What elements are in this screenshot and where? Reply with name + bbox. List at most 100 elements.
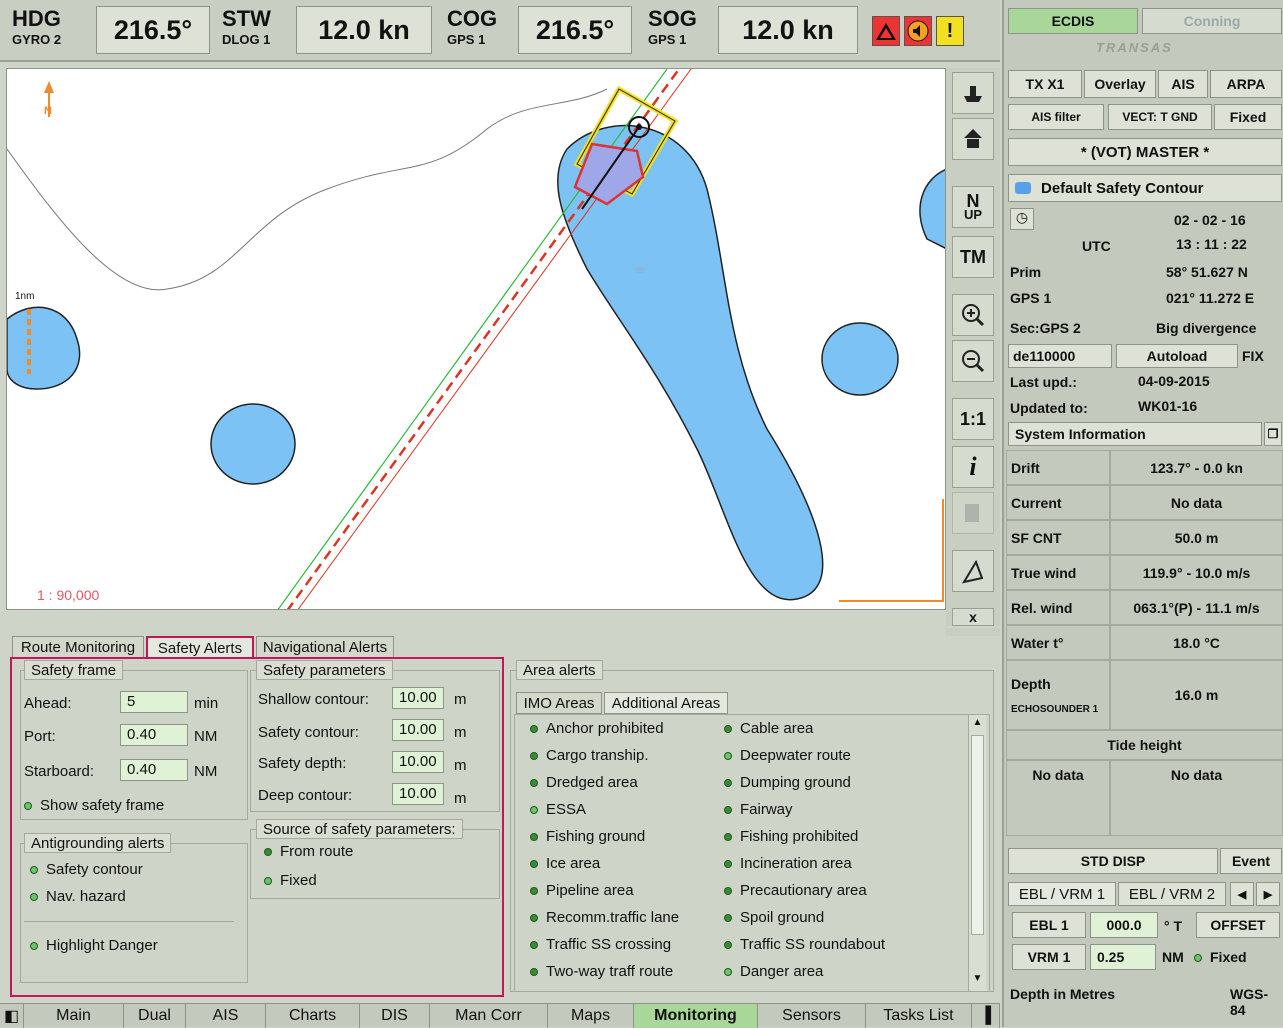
document-icon[interactable] bbox=[952, 492, 994, 534]
scale-1to1-button[interactable]: 1:1 bbox=[952, 398, 994, 440]
chart-map[interactable]: N 1nm 1 : 90,000 db bbox=[6, 68, 946, 610]
water-temp-value: 18.0 °C bbox=[1110, 625, 1283, 660]
own-ship-icon[interactable] bbox=[952, 72, 994, 114]
tab-ebl-vrm-1[interactable]: EBL / VRM 1 bbox=[1008, 882, 1116, 906]
list-item[interactable]: Anchor prohibited bbox=[530, 720, 664, 737]
sound-mute-icon[interactable] bbox=[904, 16, 932, 46]
ebl1-input[interactable]: 000.0 bbox=[1090, 912, 1158, 938]
list-item[interactable]: Traffic SS crossing bbox=[530, 936, 671, 953]
true-wind-value: 119.9° - 10.0 m/s bbox=[1110, 555, 1283, 590]
tab-imo-areas[interactable]: IMO Areas bbox=[516, 692, 602, 714]
list-item[interactable]: Deepwater route bbox=[724, 747, 851, 764]
ais-button[interactable]: AIS bbox=[1158, 70, 1208, 98]
list-item[interactable]: Fairway bbox=[724, 801, 793, 818]
std-disp-button[interactable]: STD DISP bbox=[1008, 848, 1218, 874]
latitude-value: 58° 51.627 N bbox=[1166, 264, 1248, 280]
list-item[interactable]: Spoil ground bbox=[724, 909, 824, 926]
list-item[interactable]: Pipeline area bbox=[530, 882, 634, 899]
zoom-out-icon[interactable] bbox=[952, 340, 994, 382]
system-information-dropdown[interactable]: System Information bbox=[1008, 422, 1262, 446]
tab-route-monitoring[interactable]: Route Monitoring bbox=[12, 636, 144, 658]
tab-ecdis[interactable]: ECDIS bbox=[1008, 8, 1138, 34]
list-item[interactable]: Recomm.traffic lane bbox=[530, 909, 679, 926]
offset-button[interactable]: OFFSET bbox=[1196, 912, 1280, 938]
ebl1-button[interactable]: EBL 1 bbox=[1012, 912, 1086, 938]
menu-charts[interactable]: Charts bbox=[266, 1004, 360, 1028]
scroll-down-icon[interactable]: ▼ bbox=[970, 973, 985, 987]
vrm1-input[interactable]: 0.25 bbox=[1090, 944, 1156, 970]
menu-dis[interactable]: DIS bbox=[360, 1004, 430, 1028]
secondary-source-label: Sec:GPS 2 bbox=[1010, 320, 1081, 336]
autoload-button[interactable]: Autoload bbox=[1116, 344, 1238, 368]
ais-filter-button[interactable]: AIS filter bbox=[1008, 104, 1104, 130]
updated-to-label: Updated to: bbox=[1010, 400, 1088, 416]
arpa-dropdown[interactable]: ARPA bbox=[1210, 70, 1282, 98]
divergence-status: Big divergence bbox=[1156, 320, 1257, 336]
top-status-bar: HDG GYRO 2 216.5° STW DLOG 1 12.0 kn COG GP… bbox=[0, 0, 1000, 62]
tab-navigational-alerts[interactable]: Navigational Alerts bbox=[256, 636, 394, 658]
sf-cnt-value: 50.0 m bbox=[1110, 520, 1283, 555]
info-button[interactable]: i bbox=[952, 446, 994, 488]
sf-cnt-label: SF CNT bbox=[1006, 520, 1110, 555]
vector-fixed-dropdown[interactable]: Fixed bbox=[1214, 104, 1282, 130]
tab-conning[interactable]: Conning bbox=[1142, 8, 1282, 34]
scrollbar[interactable]: ▲ ▼ bbox=[968, 715, 986, 991]
vector-mode[interactable]: VECT: T GND bbox=[1108, 104, 1212, 130]
menu-monitoring[interactable]: Monitoring bbox=[634, 1004, 758, 1028]
tab-safety-alerts[interactable]: Safety Alerts bbox=[146, 636, 254, 658]
list-item[interactable]: Ice area bbox=[530, 855, 600, 872]
window-icon[interactable]: ❐ bbox=[1264, 422, 1282, 446]
list-item[interactable]: Cable area bbox=[724, 720, 813, 737]
event-button[interactable]: Event bbox=[1220, 848, 1282, 874]
vrm-fixed-radio[interactable]: Fixed bbox=[1194, 949, 1247, 965]
hdg-value: 216.5° bbox=[96, 6, 210, 54]
overlay-button[interactable]: Overlay bbox=[1084, 70, 1156, 98]
safety-contour-selector[interactable]: Default Safety Contour bbox=[1008, 174, 1282, 202]
menu-main[interactable]: Main bbox=[24, 1004, 124, 1028]
list-item[interactable]: ESSA bbox=[530, 801, 586, 818]
sog-value: 12.0 kn bbox=[718, 6, 858, 54]
list-item[interactable]: Two-way traff route bbox=[530, 963, 673, 980]
menu-toggle-icon[interactable]: ◧ bbox=[0, 1004, 24, 1028]
scrollbar-thumb[interactable] bbox=[971, 735, 984, 935]
list-item[interactable]: Cargo tranship. bbox=[530, 747, 649, 764]
zoom-in-icon[interactable] bbox=[952, 294, 994, 336]
menu-dual[interactable]: Dual bbox=[124, 1004, 186, 1028]
alert-icon[interactable]: ! bbox=[936, 16, 964, 46]
clock-icon[interactable]: ◷ bbox=[1010, 208, 1034, 230]
tx-dropdown[interactable]: TX X1 bbox=[1008, 70, 1082, 98]
close-panel-button[interactable]: x bbox=[952, 608, 994, 626]
alarm-triangle-icon[interactable] bbox=[872, 16, 900, 46]
vrm1-button[interactable]: VRM 1 bbox=[1012, 944, 1086, 970]
safety-alerts-highlight bbox=[10, 657, 504, 997]
chat-icon bbox=[1015, 182, 1031, 194]
list-item[interactable]: Incineration area bbox=[724, 855, 852, 872]
tab-next-icon[interactable]: ▶ bbox=[1256, 882, 1280, 906]
master-selector[interactable]: * (VOT) MASTER * bbox=[1008, 138, 1282, 166]
scroll-up-icon[interactable]: ▲ bbox=[970, 717, 985, 731]
menu-ais[interactable]: AIS bbox=[186, 1004, 266, 1028]
list-item[interactable]: Dredged area bbox=[530, 774, 638, 791]
menu-man-corr[interactable]: Man Corr bbox=[430, 1004, 548, 1028]
menu-maps[interactable]: Maps bbox=[548, 1004, 634, 1028]
tab-additional-areas[interactable]: Additional Areas bbox=[604, 692, 728, 714]
list-item[interactable]: Danger area bbox=[724, 963, 823, 980]
drawing-tool-icon[interactable] bbox=[952, 550, 994, 592]
chart-selector[interactable]: de110000 bbox=[1008, 344, 1112, 368]
panel-toggle-icon[interactable]: ▐ bbox=[972, 1004, 1000, 1028]
list-item[interactable]: Fishing prohibited bbox=[724, 828, 858, 845]
list-item[interactable]: Dumping ground bbox=[724, 774, 851, 791]
tab-prev-icon[interactable]: ◀ bbox=[1230, 882, 1254, 906]
safety-contour-label: Default Safety Contour bbox=[1041, 179, 1204, 197]
drift-value: 123.7° - 0.0 kn bbox=[1110, 450, 1283, 485]
list-item[interactable]: Traffic SS roundabout bbox=[724, 936, 885, 953]
ship-center-icon[interactable] bbox=[952, 118, 994, 160]
north-up-button[interactable]: N UP bbox=[952, 186, 994, 228]
menu-tasks-list[interactable]: Tasks List bbox=[866, 1004, 972, 1028]
menu-sensors[interactable]: Sensors bbox=[758, 1004, 866, 1028]
panel-splitter[interactable] bbox=[946, 628, 1000, 636]
list-item[interactable]: Fishing ground bbox=[530, 828, 645, 845]
list-item[interactable]: Precautionary area bbox=[724, 882, 867, 899]
true-motion-button[interactable]: TM bbox=[952, 236, 994, 278]
tab-ebl-vrm-2[interactable]: EBL / VRM 2 bbox=[1118, 882, 1226, 906]
